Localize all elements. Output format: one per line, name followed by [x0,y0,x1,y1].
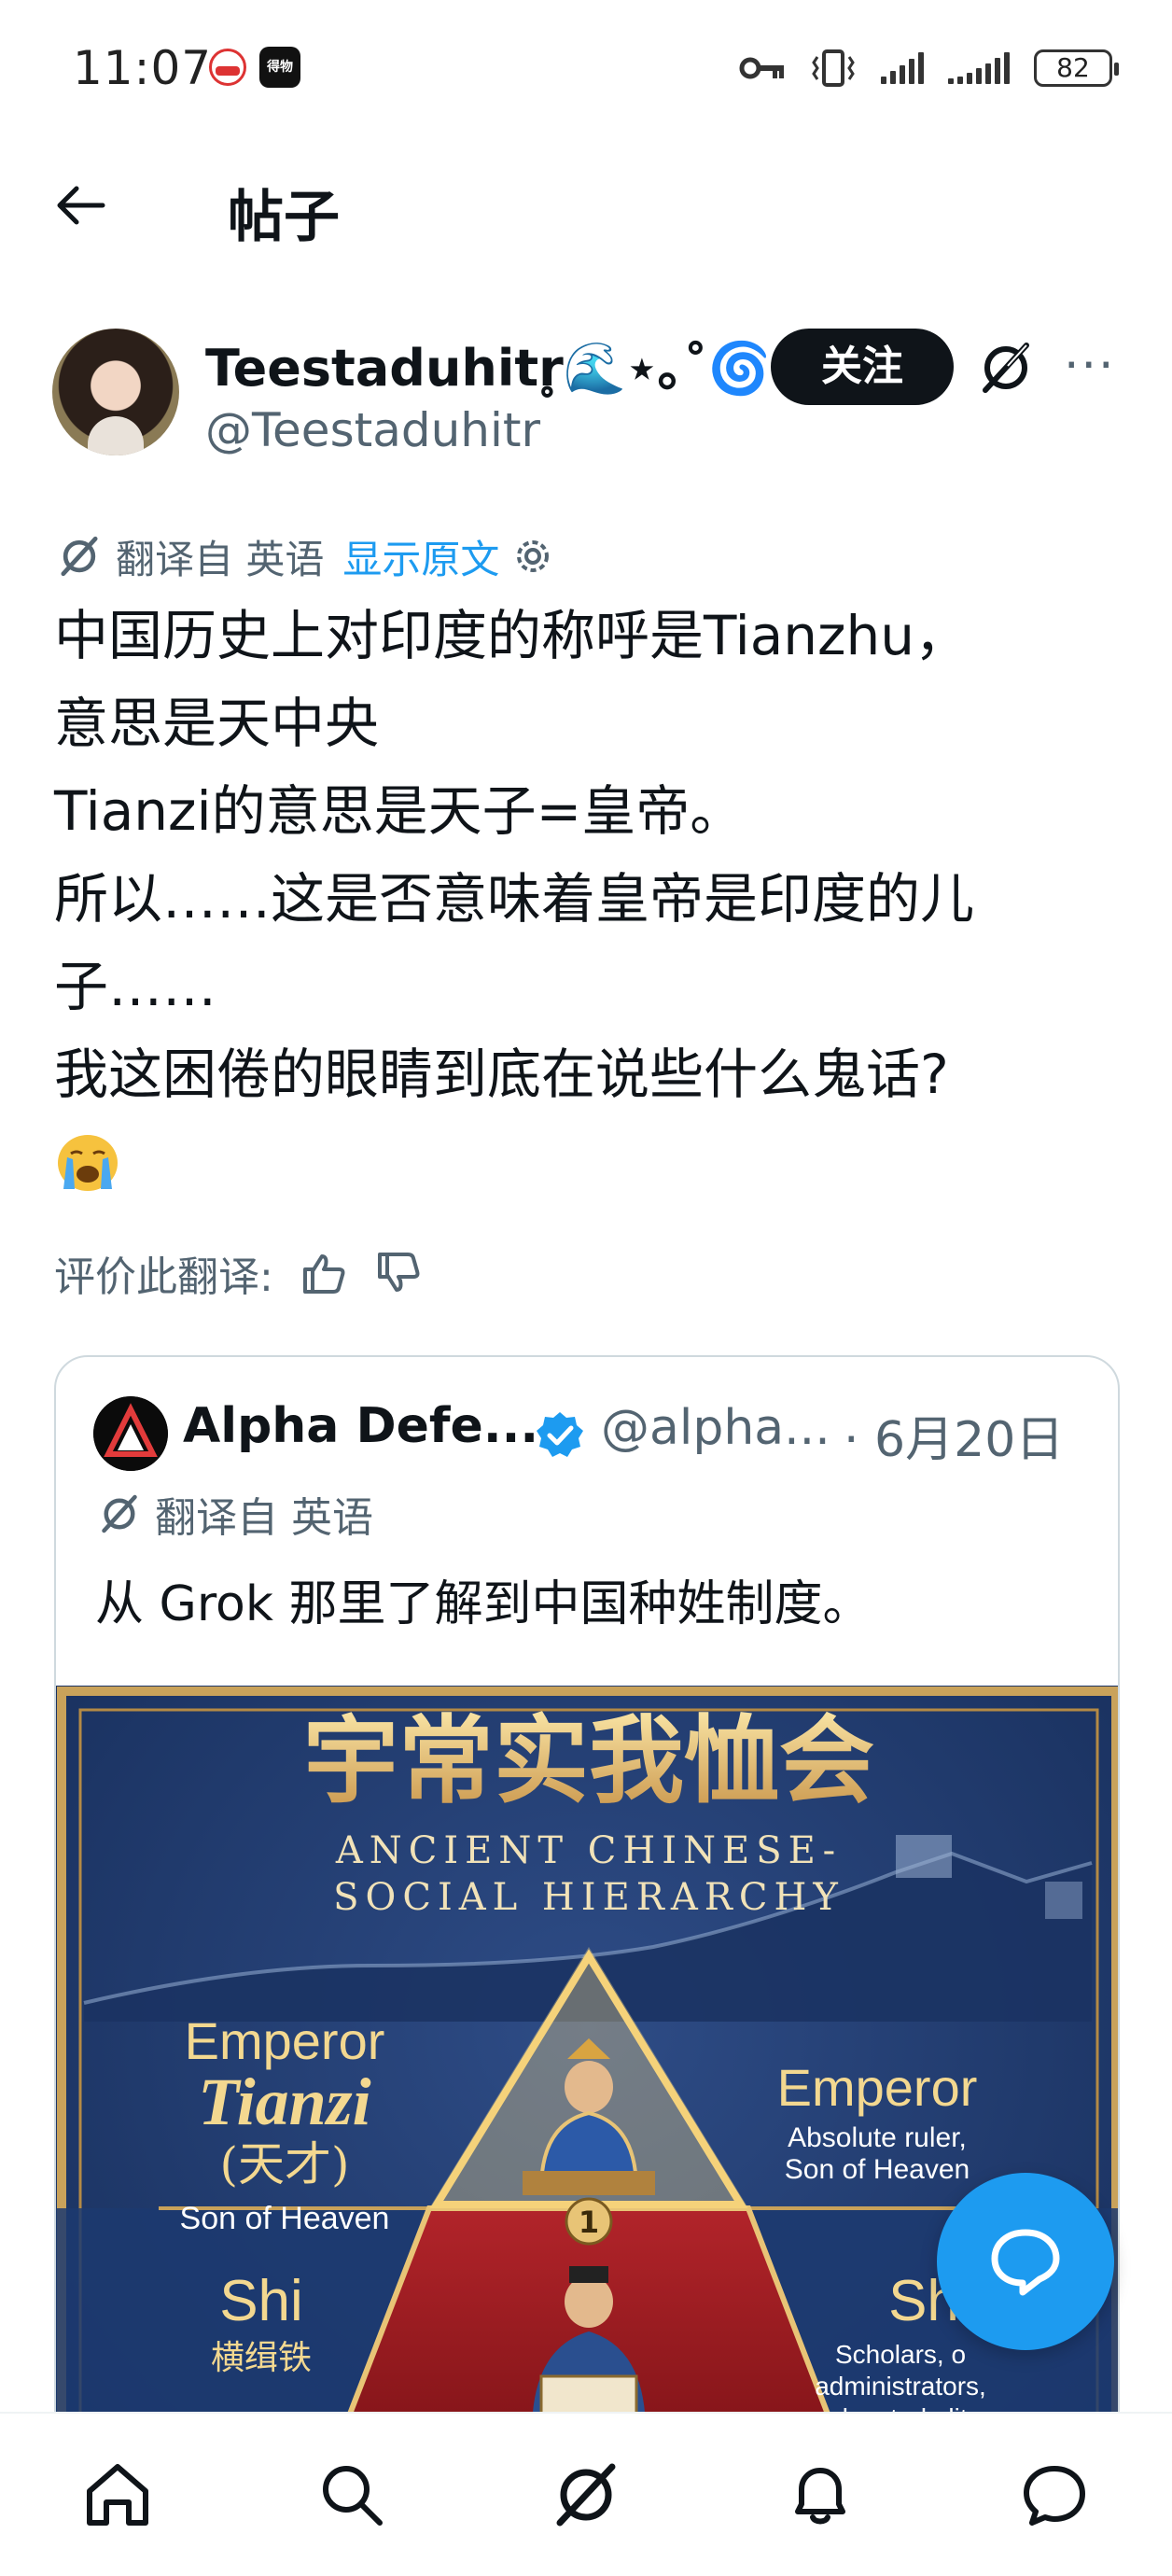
search-icon [322,2466,383,2526]
poster-chinese-title: 宇常实我恤会 [303,1705,874,1817]
poster-right-desc1: Absolute ruler, [788,2122,967,2153]
nav-search[interactable] [310,2453,394,2537]
post-line: 中国历史上对印度的称呼是Tianzhu， [54,604,970,667]
poster-right-emperor: Emperor [777,2058,978,2117]
quoted-post-date: · 6月20日 [844,1412,1065,1468]
nav-messages[interactable] [1012,2453,1096,2537]
page-title: 帖子 [228,185,340,250]
poster-left-chinese: (天才) [219,2137,349,2191]
dewu-app-icon: 得物 [259,47,300,88]
rate-translation-label: 评价此翻译: [54,1253,273,1301]
nav-grok[interactable] [544,2453,628,2537]
poster-title-line1: ANCIENT CHINESE- [335,1829,842,1872]
poster-title-line2: SOCIAL HIERARCHY [333,1876,844,1919]
notification-app-icon [209,49,246,86]
tier-1-label: 1 [579,2205,599,2240]
follow-button[interactable]: 关注 [771,329,954,405]
signal-strength-icon-1 [881,52,924,84]
grok-icon [556,2463,616,2527]
poster-left-son-of-heaven: Son of Heaven [180,2201,390,2236]
thumbs-up-icon[interactable] [300,1249,348,1297]
quoted-author-name[interactable]: Alpha Defe... [183,1398,538,1454]
quoted-post-text: 从 Grok 那里了解到中国种姓制度。 [95,1576,872,1632]
notifications-icon [795,2468,846,2525]
post-line: 子…… [54,955,217,1018]
compose-message-icon [991,2229,1060,2296]
post-line: Tianzi的意思是天子=皇帝。 [54,779,745,843]
status-bar: 11:07 得物 82 [0,0,1172,131]
poster-left-tianzi: Tianzi [198,2065,370,2139]
author-handle[interactable]: @Teestaduhitr [205,403,540,457]
messages-icon [1024,2466,1086,2526]
status-time: 11:07 [73,41,213,95]
verified-badge-icon [537,1412,583,1457]
translation-row: 翻译自 英语 显示原文 [56,528,553,584]
author-avatar[interactable] [52,329,179,455]
quoted-translation-label: 翻译自 英语 [155,1494,373,1542]
home-icon [86,2464,148,2526]
crying-face-emoji [58,1135,118,1191]
post-line: 意思是天中央 [54,692,380,755]
poster-left-shi: Shi [219,2269,303,2333]
post-line: 所以……这是否意味着皇帝是印度的儿 [54,867,975,931]
battery-indicator: 82 [1034,49,1119,87]
more-options-button[interactable]: ··· [1064,338,1116,394]
grok-icon[interactable] [976,338,1036,398]
poster-right-desc2: Son of Heaven [785,2154,970,2185]
poster-right-shi-desc1: Scholars, o [835,2340,966,2369]
author-display-name[interactable]: Teestaduhitr̥🌊⋆｡˚🌀... [205,327,829,400]
poster-left-shi-chinese: 横缉铁 [211,2339,312,2377]
signal-strength-icon-2 [948,52,1010,84]
quoted-translation-row: 翻译自 英语 [97,1484,373,1544]
post-text: 中国历史上对印度的称呼是Tianzhu， 意思是天中央 Tianzi的意思是天子… [54,592,1118,1118]
post-line: 我这困倦的眼睛到底在说些什么鬼话? [54,1043,949,1106]
quoted-author-avatar[interactable] [93,1396,168,1471]
back-arrow-icon[interactable] [50,175,110,235]
rate-translation-row: 评价此翻译: [54,1245,423,1301]
status-icons: 82 [739,45,1119,91]
nav-notifications[interactable] [778,2453,862,2537]
show-original-link[interactable]: 显示原文 [342,528,499,585]
translation-source-label: 翻译自 英语 [116,536,325,582]
bottom-navigation [0,2412,1172,2576]
poster-right-shi-desc2: administrators, [815,2372,986,2401]
thumbs-down-icon[interactable] [374,1249,423,1297]
vibrate-icon [812,49,855,87]
key-icon [739,57,784,79]
quoted-post-card[interactable]: Alpha Defe... @alpha... · 6月20日 翻译自 英语 从… [54,1355,1120,2576]
compose-message-button[interactable] [937,2173,1114,2350]
poster-left-emperor: Emperor [185,2011,385,2070]
grok-icon [102,1494,137,1533]
nav-home[interactable] [76,2453,160,2537]
gear-icon[interactable] [512,536,553,577]
page-header: 帖子 [0,159,1172,252]
quoted-author-handle[interactable]: @alpha... [601,1400,830,1456]
grok-icon [61,536,98,577]
